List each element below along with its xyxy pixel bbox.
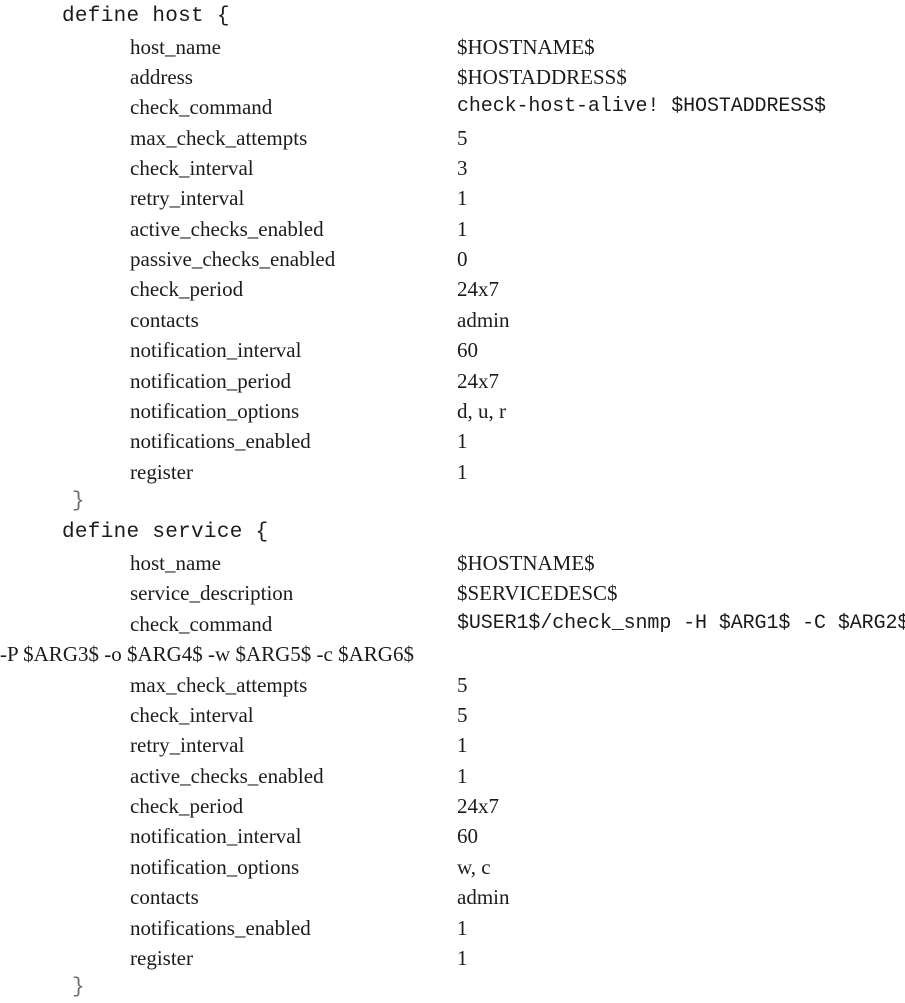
directive-key: notifications_enabled	[130, 916, 311, 940]
directive-value: $HOSTNAME$	[457, 35, 595, 59]
directive-key: register	[130, 946, 193, 970]
wrapped-value-line: -P $ARG3$ -o $ARG4$ -w $ARG5$ -c $ARG6$	[0, 639, 905, 669]
directive-line: contacts admin	[0, 305, 905, 335]
directive-key: retry_interval	[130, 186, 245, 210]
block-open-line: define host {	[0, 2, 905, 32]
directive-line: check_period 24x7	[0, 791, 905, 821]
directive-value: 1	[457, 186, 468, 210]
directive-key: check_period	[130, 277, 244, 301]
block-open-text: define service {	[62, 521, 269, 544]
directive-line: register 1	[0, 943, 905, 973]
directive-key: register	[130, 460, 193, 484]
directive-line: retry_interval 1	[0, 183, 905, 213]
directive-value: $HOSTADDRESS$	[457, 65, 627, 89]
directive-key: service_description	[130, 581, 294, 605]
directive-value: 24x7	[457, 369, 499, 393]
directive-value: admin	[457, 885, 510, 909]
directive-value: 60	[457, 338, 478, 362]
closing-brace: }	[72, 976, 85, 999]
directive-line: register 1	[0, 457, 905, 487]
directive-line: notifications_enabled 1	[0, 913, 905, 943]
directive-key: address	[130, 65, 193, 89]
directive-key: notifications_enabled	[130, 429, 311, 453]
directive-key: check_period	[130, 794, 244, 818]
directive-value: 1	[457, 733, 468, 757]
directive-value: 5	[457, 673, 468, 697]
directive-value: 5	[457, 126, 468, 150]
directive-line: check_interval 5	[0, 700, 905, 730]
directive-key: host_name	[130, 35, 221, 59]
directive-line: notification_options w, c	[0, 852, 905, 882]
directive-line: check_command $USER1$/check_snmp -H $ARG1…	[0, 609, 905, 639]
directive-key: active_checks_enabled	[130, 217, 324, 241]
directive-value: 24x7	[457, 794, 499, 818]
directive-value: 1	[457, 217, 468, 241]
directive-line: check_interval 3	[0, 153, 905, 183]
directive-key: notification_interval	[130, 338, 302, 362]
directive-value: $USER1$/check_snmp -H $ARG1$ -C $ARG2$	[457, 612, 905, 635]
directive-value: 1	[457, 764, 468, 788]
directive-value: 5	[457, 703, 468, 727]
config-file-listing: define host { host_name $HOSTNAME$ address $…	[0, 0, 905, 1000]
directive-value: d, u, r	[457, 399, 506, 423]
directive-value: 1	[457, 460, 468, 484]
directive-line: contacts admin	[0, 882, 905, 912]
directive-key: contacts	[130, 308, 199, 332]
block-open-text: define host {	[62, 5, 230, 28]
directive-key: notification_period	[130, 369, 291, 393]
directive-key: max_check_attempts	[130, 673, 308, 697]
directive-value: $HOSTNAME$	[457, 551, 595, 575]
directive-value: check-host-alive! $HOSTADDRESS$	[457, 95, 826, 118]
directive-key: check_command	[130, 95, 273, 119]
directive-key: retry_interval	[130, 733, 245, 757]
directive-line: address $HOSTADDRESS$	[0, 62, 905, 92]
directive-value: $SERVICEDESC$	[457, 581, 618, 605]
directive-key: check_command	[130, 612, 273, 636]
directive-value: 3	[457, 156, 468, 180]
directive-value: 60	[457, 824, 478, 848]
closing-brace: }	[72, 490, 85, 513]
directive-value: 1	[457, 429, 468, 453]
directive-line: passive_checks_enabled 0	[0, 244, 905, 274]
directive-line: host_name $HOSTNAME$	[0, 32, 905, 62]
directive-line: check_period 24x7	[0, 274, 905, 304]
block-open-line: define service {	[0, 518, 905, 548]
block-close-line: }	[0, 973, 905, 1003]
block-close-line: }	[0, 487, 905, 517]
directive-key: max_check_attempts	[130, 126, 308, 150]
directive-key: notification_interval	[130, 824, 302, 848]
directive-line: notification_interval 60	[0, 335, 905, 365]
directive-value: 1	[457, 916, 468, 940]
directive-line: max_check_attempts 5	[0, 123, 905, 153]
directive-line: max_check_attempts 5	[0, 670, 905, 700]
directive-line: check_command check-host-alive! $HOSTADDR…	[0, 92, 905, 122]
wrapped-value-text: -P $ARG3$ -o $ARG4$ -w $ARG5$ -c $ARG6$	[0, 642, 414, 666]
directive-line: retry_interval 1	[0, 730, 905, 760]
directive-line: notification_interval 60	[0, 821, 905, 851]
directive-line: host_name $HOSTNAME$	[0, 548, 905, 578]
directive-value: 24x7	[457, 277, 499, 301]
directive-line: service_description $SERVICEDESC$	[0, 578, 905, 608]
directive-key: notification_options	[130, 855, 300, 879]
directive-value: 0	[457, 247, 468, 271]
directive-line: notification_period 24x7	[0, 366, 905, 396]
directive-line: notifications_enabled 1	[0, 426, 905, 456]
directive-line: active_checks_enabled 1	[0, 214, 905, 244]
directive-value: w, c	[457, 855, 491, 879]
directive-key: host_name	[130, 551, 221, 575]
directive-key: notification_options	[130, 399, 300, 423]
directive-line: notification_options d, u, r	[0, 396, 905, 426]
directive-value: 1	[457, 946, 468, 970]
directive-line: active_checks_enabled 1	[0, 761, 905, 791]
directive-value: admin	[457, 308, 510, 332]
directive-key: check_interval	[130, 156, 254, 180]
directive-key: contacts	[130, 885, 199, 909]
directive-key: passive_checks_enabled	[130, 247, 336, 271]
directive-key: active_checks_enabled	[130, 764, 324, 788]
directive-key: check_interval	[130, 703, 254, 727]
